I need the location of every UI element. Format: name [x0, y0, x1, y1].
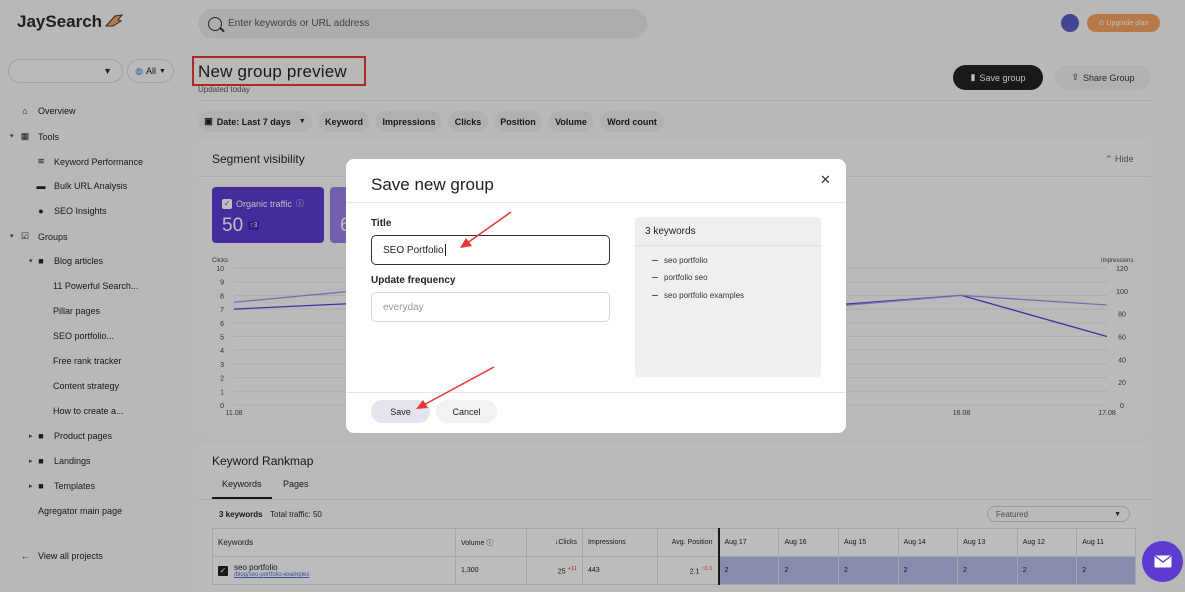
mail-icon: [1154, 555, 1171, 568]
chat-mail-button[interactable]: [1142, 541, 1183, 582]
annotation-arrows: [416, 211, 512, 409]
annotation-arrow-title: [460, 211, 512, 248]
annotation-arrow-save: [416, 366, 495, 409]
